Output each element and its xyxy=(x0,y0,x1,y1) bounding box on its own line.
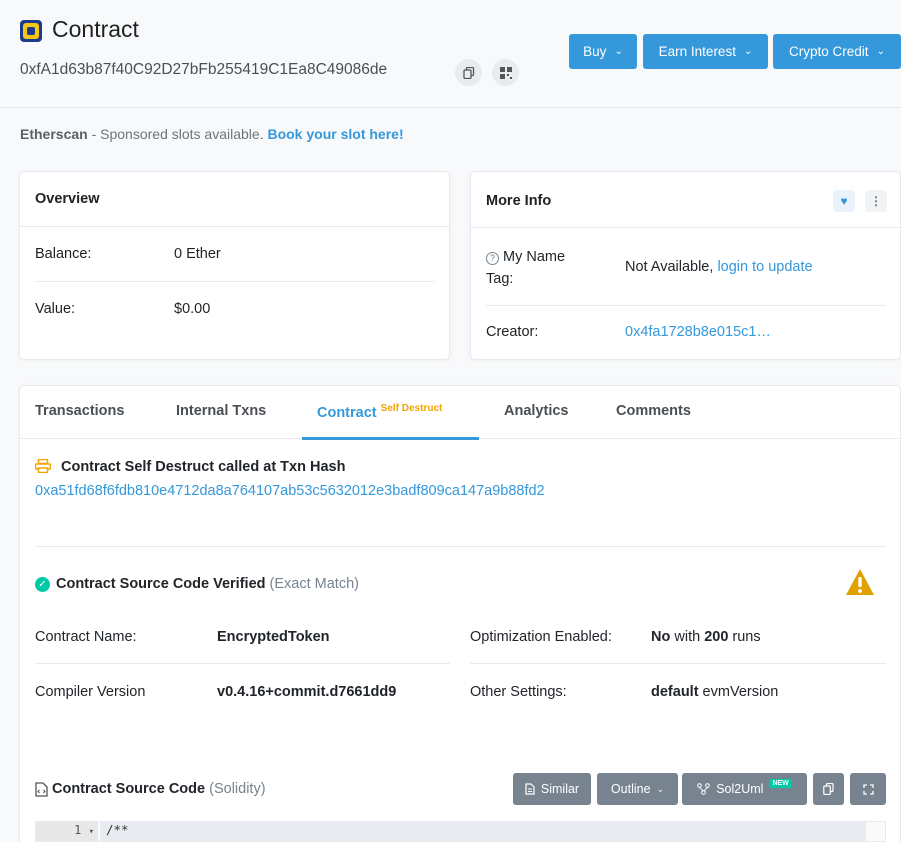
page-title: Contract xyxy=(52,16,139,42)
name-tag-label-line1: My Name xyxy=(503,249,566,265)
logo-icon xyxy=(20,20,42,42)
tab-comments[interactable]: Comments xyxy=(616,403,691,419)
settings-bold: default xyxy=(651,684,699,700)
tab-contract[interactable]: Contract Self Destruct xyxy=(317,403,442,421)
crypto-credit-label: Crypto Credit xyxy=(789,44,869,59)
chevron-down-icon: ⌄ xyxy=(876,46,885,57)
source-lang: (Solidity) xyxy=(209,781,266,797)
copy-address-button[interactable] xyxy=(455,59,482,86)
tab-analytics[interactable]: Analytics xyxy=(504,403,568,419)
creator-label: Creator: xyxy=(486,324,539,340)
book-slot-link[interactable]: Book your slot here! xyxy=(267,126,403,142)
similar-button[interactable]: Similar xyxy=(513,773,591,805)
document-icon xyxy=(525,783,535,795)
txn-hash-link[interactable]: 0xa51fd68f6fdb810e4712da8a764107ab53c563… xyxy=(35,483,545,499)
more-info-title: More Info xyxy=(486,193,552,209)
header-divider xyxy=(0,107,901,108)
check-circle-icon: ✓ xyxy=(35,577,50,592)
verified-status: Contract Source Code Verified (Exact Mat… xyxy=(56,576,359,592)
chevron-down-icon: ⌄ xyxy=(614,46,623,57)
outline-label: Outline xyxy=(610,782,651,796)
optimization-label: Optimization Enabled: xyxy=(470,629,612,645)
contract-name-label: Contract Name: xyxy=(35,629,137,645)
favorite-button[interactable]: ♥ xyxy=(833,190,855,212)
printer-icon xyxy=(34,458,52,477)
similar-label: Similar xyxy=(540,782,580,796)
diagram-icon xyxy=(697,783,711,795)
balance-label: Balance: xyxy=(35,246,92,262)
compiler-label: Compiler Version xyxy=(35,684,146,700)
name-tag-label-line2: Tag: xyxy=(486,271,514,287)
sol2uml-label: Sol2Uml xyxy=(716,782,764,796)
help-icon: ? xyxy=(486,252,499,265)
earn-interest-button[interactable]: Earn Interest ⌄ xyxy=(643,34,768,69)
optimization-value: No with 200 runs xyxy=(651,629,761,645)
balance-value: 0 Ether xyxy=(174,246,221,262)
heart-icon: ♥ xyxy=(840,194,848,208)
fullscreen-button[interactable] xyxy=(850,773,886,805)
qr-code-button[interactable] xyxy=(492,59,519,86)
value-value: $0.00 xyxy=(174,301,211,317)
more-options-button[interactable]: ⋮ xyxy=(865,190,887,212)
sponsor-brand: Etherscan xyxy=(20,126,88,142)
optimization-flag: No xyxy=(651,629,671,645)
file-code-icon xyxy=(35,782,48,801)
optimization-with: with xyxy=(670,629,705,645)
earn-interest-label: Earn Interest xyxy=(658,44,736,59)
self-destruct-title: Contract Self Destruct called at Txn Has… xyxy=(61,459,346,475)
self-destruct-badge: Self Destruct xyxy=(380,403,443,414)
active-tab-indicator xyxy=(302,437,479,440)
overview-divider xyxy=(19,226,450,227)
verified-title: Contract Source Code Verified xyxy=(56,576,266,592)
copy-source-button[interactable] xyxy=(813,773,844,805)
settings-suffix: evmVersion xyxy=(698,684,779,700)
fold-arrow-icon[interactable]: ▾ xyxy=(89,827,94,837)
code-line[interactable]: /** xyxy=(100,822,866,842)
contract-address: 0xfA1d63b87f40C92D27bFb255419C1Ea8C49086… xyxy=(20,61,388,78)
row-divider xyxy=(486,305,886,306)
more-info-divider xyxy=(470,227,901,228)
compiler-value: v0.4.16+commit.d7661dd9 xyxy=(217,684,397,700)
line-number: 1 xyxy=(74,823,82,837)
source-code-title: Contract Source Code (Solidity) xyxy=(52,781,266,797)
tab-transactions[interactable]: Transactions xyxy=(35,403,124,419)
overview-title: Overview xyxy=(35,191,100,207)
new-badge: NEW xyxy=(769,778,792,788)
tab-contract-label: Contract xyxy=(317,404,377,421)
chevron-down-icon: ⌄ xyxy=(743,46,753,57)
sponsor-text: - Sponsored slots available. xyxy=(87,126,268,142)
buy-button[interactable]: Buy ⌄ xyxy=(569,34,637,69)
row-divider xyxy=(470,663,886,664)
outline-button[interactable]: Outline ⌄ xyxy=(597,773,678,805)
name-tag-label: ? My Name Tag: xyxy=(486,246,565,290)
value-label: Value: xyxy=(35,301,76,317)
exact-match-label: (Exact Match) xyxy=(269,576,359,592)
optimization-suffix: runs xyxy=(728,629,761,645)
other-settings-label: Other Settings: xyxy=(470,684,567,700)
warning-icon[interactable] xyxy=(845,568,875,600)
qr-code-icon xyxy=(499,66,512,79)
line-gutter: 1 ▾ xyxy=(36,822,98,842)
sponsor-banner: Etherscan - Sponsored slots available. B… xyxy=(20,126,404,142)
tab-internal-txns[interactable]: Internal Txns xyxy=(176,403,266,419)
name-tag-status: Not Available, xyxy=(625,259,718,275)
section-divider xyxy=(35,546,886,547)
creator-address-link[interactable]: 0x4fa1728b8e015c1… xyxy=(625,324,771,340)
name-tag-value: Not Available, login to update xyxy=(625,259,813,275)
buy-label: Buy xyxy=(583,44,607,59)
copy-icon xyxy=(462,66,474,79)
optimization-runs: 200 xyxy=(704,629,729,645)
expand-icon xyxy=(862,783,874,795)
source-title: Contract Source Code xyxy=(52,781,206,797)
copy-icon xyxy=(823,783,834,795)
login-to-update-link[interactable]: login to update xyxy=(717,259,812,275)
contract-name-value: EncryptedToken xyxy=(217,629,330,645)
row-divider xyxy=(35,663,450,664)
vertical-dots-icon: ⋮ xyxy=(870,194,882,208)
other-settings-value: default evmVersion xyxy=(651,684,778,700)
sol2uml-button[interactable]: Sol2Uml NEW xyxy=(682,773,807,805)
chevron-down-icon: ⌄ xyxy=(656,783,665,794)
crypto-credit-button[interactable]: Crypto Credit ⌄ xyxy=(773,34,901,69)
row-divider xyxy=(35,281,435,282)
